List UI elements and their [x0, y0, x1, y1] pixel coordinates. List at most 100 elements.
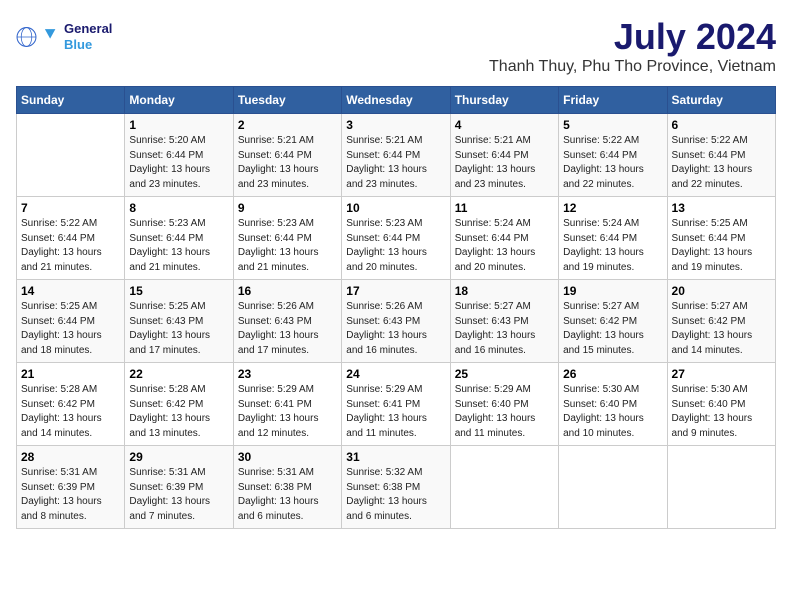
- calendar-cell: 21 Sunrise: 5:28 AM Sunset: 6:42 PM Dayli…: [17, 363, 125, 446]
- calendar-title: July 2024: [489, 16, 776, 58]
- calendar-cell: 1 Sunrise: 5:20 AM Sunset: 6:44 PM Daylig…: [125, 114, 233, 197]
- day-number: 1: [129, 118, 228, 132]
- day-detail: Sunrise: 5:21 AM Sunset: 6:44 PM Dayligh…: [238, 134, 337, 192]
- logo: GeneralBlue: [16, 16, 112, 58]
- day-detail: Sunrise: 5:25 AM Sunset: 6:43 PM Dayligh…: [129, 300, 228, 358]
- day-number: 3: [346, 118, 445, 132]
- col-header-tuesday: Tuesday: [233, 87, 341, 114]
- day-detail: Sunrise: 5:31 AM Sunset: 6:39 PM Dayligh…: [129, 466, 228, 524]
- day-detail: Sunrise: 5:29 AM Sunset: 6:40 PM Dayligh…: [455, 383, 554, 441]
- day-number: 14: [21, 284, 120, 298]
- day-detail: Sunrise: 5:31 AM Sunset: 6:38 PM Dayligh…: [238, 466, 337, 524]
- calendar-cell: 27 Sunrise: 5:30 AM Sunset: 6:40 PM Dayli…: [667, 363, 775, 446]
- calendar-cell: 20 Sunrise: 5:27 AM Sunset: 6:42 PM Dayli…: [667, 280, 775, 363]
- day-number: 30: [238, 450, 337, 464]
- day-detail: Sunrise: 5:23 AM Sunset: 6:44 PM Dayligh…: [129, 217, 228, 275]
- day-detail: Sunrise: 5:31 AM Sunset: 6:39 PM Dayligh…: [21, 466, 120, 524]
- day-number: 28: [21, 450, 120, 464]
- day-detail: Sunrise: 5:30 AM Sunset: 6:40 PM Dayligh…: [563, 383, 662, 441]
- day-detail: Sunrise: 5:25 AM Sunset: 6:44 PM Dayligh…: [672, 217, 771, 275]
- day-number: 11: [455, 201, 554, 215]
- day-detail: Sunrise: 5:28 AM Sunset: 6:42 PM Dayligh…: [21, 383, 120, 441]
- logo-svg: [16, 16, 58, 58]
- calendar-cell: [667, 446, 775, 529]
- day-number: 21: [21, 367, 120, 381]
- day-detail: Sunrise: 5:27 AM Sunset: 6:42 PM Dayligh…: [563, 300, 662, 358]
- day-detail: Sunrise: 5:20 AM Sunset: 6:44 PM Dayligh…: [129, 134, 228, 192]
- calendar-cell: 22Sunrise: 5:28 AM Sunset: 6:42 PM Dayli…: [125, 363, 233, 446]
- day-number: 31: [346, 450, 445, 464]
- calendar-cell: 5 Sunrise: 5:22 AM Sunset: 6:44 PM Daylig…: [559, 114, 667, 197]
- day-detail: Sunrise: 5:22 AM Sunset: 6:44 PM Dayligh…: [672, 134, 771, 192]
- day-number: 6: [672, 118, 771, 132]
- day-number: 7: [21, 201, 120, 215]
- day-number: 27: [672, 367, 771, 381]
- day-detail: Sunrise: 5:27 AM Sunset: 6:43 PM Dayligh…: [455, 300, 554, 358]
- calendar-cell: 26 Sunrise: 5:30 AM Sunset: 6:40 PM Dayli…: [559, 363, 667, 446]
- day-number: 25: [455, 367, 554, 381]
- day-number: 18: [455, 284, 554, 298]
- day-detail: Sunrise: 5:24 AM Sunset: 6:44 PM Dayligh…: [563, 217, 662, 275]
- day-number: 9: [238, 201, 337, 215]
- calendar-subtitle: Thanh Thuy, Phu Tho Province, Vietnam: [489, 58, 776, 76]
- calendar-cell: 11Sunrise: 5:24 AM Sunset: 6:44 PM Dayli…: [450, 197, 558, 280]
- day-number: 15: [129, 284, 228, 298]
- calendar-cell: 9 Sunrise: 5:23 AM Sunset: 6:44 PM Daylig…: [233, 197, 341, 280]
- day-number: 23: [238, 367, 337, 381]
- day-detail: Sunrise: 5:29 AM Sunset: 6:41 PM Dayligh…: [346, 383, 445, 441]
- day-detail: Sunrise: 5:30 AM Sunset: 6:40 PM Dayligh…: [672, 383, 771, 441]
- calendar-cell: [450, 446, 558, 529]
- calendar-cell: 16 Sunrise: 5:26 AM Sunset: 6:43 PM Dayli…: [233, 280, 341, 363]
- day-detail: Sunrise: 5:23 AM Sunset: 6:44 PM Dayligh…: [346, 217, 445, 275]
- day-number: 5: [563, 118, 662, 132]
- calendar-cell: 31Sunrise: 5:32 AM Sunset: 6:38 PM Dayli…: [342, 446, 450, 529]
- day-number: 19: [563, 284, 662, 298]
- calendar-cell: 4 Sunrise: 5:21 AM Sunset: 6:44 PM Daylig…: [450, 114, 558, 197]
- day-number: 4: [455, 118, 554, 132]
- day-number: 24: [346, 367, 445, 381]
- col-header-thursday: Thursday: [450, 87, 558, 114]
- day-detail: Sunrise: 5:26 AM Sunset: 6:43 PM Dayligh…: [238, 300, 337, 358]
- calendar-cell: 28 Sunrise: 5:31 AM Sunset: 6:39 PM Dayli…: [17, 446, 125, 529]
- day-number: 10: [346, 201, 445, 215]
- day-detail: Sunrise: 5:21 AM Sunset: 6:44 PM Dayligh…: [455, 134, 554, 192]
- col-header-saturday: Saturday: [667, 87, 775, 114]
- calendar-cell: 17Sunrise: 5:26 AM Sunset: 6:43 PM Dayli…: [342, 280, 450, 363]
- calendar-cell: 12 Sunrise: 5:24 AM Sunset: 6:44 PM Dayli…: [559, 197, 667, 280]
- day-number: 13: [672, 201, 771, 215]
- calendar-cell: 3Sunrise: 5:21 AM Sunset: 6:44 PM Daylig…: [342, 114, 450, 197]
- calendar-cell: 10 Sunrise: 5:23 AM Sunset: 6:44 PM Dayli…: [342, 197, 450, 280]
- day-detail: Sunrise: 5:22 AM Sunset: 6:44 PM Dayligh…: [563, 134, 662, 192]
- calendar-table: SundayMondayTuesdayWednesdayThursdayFrid…: [16, 86, 776, 529]
- calendar-cell: 2 Sunrise: 5:21 AM Sunset: 6:44 PM Daylig…: [233, 114, 341, 197]
- day-number: 20: [672, 284, 771, 298]
- logo-text-blue: Blue: [64, 37, 112, 53]
- calendar-cell: 19 Sunrise: 5:27 AM Sunset: 6:42 PM Dayli…: [559, 280, 667, 363]
- calendar-cell: 23 Sunrise: 5:29 AM Sunset: 6:41 PM Dayli…: [233, 363, 341, 446]
- day-number: 2: [238, 118, 337, 132]
- day-detail: Sunrise: 5:22 AM Sunset: 6:44 PM Dayligh…: [21, 217, 120, 275]
- day-detail: Sunrise: 5:25 AM Sunset: 6:44 PM Dayligh…: [21, 300, 120, 358]
- day-number: 8: [129, 201, 228, 215]
- calendar-cell: 18 Sunrise: 5:27 AM Sunset: 6:43 PM Dayli…: [450, 280, 558, 363]
- day-detail: Sunrise: 5:27 AM Sunset: 6:42 PM Dayligh…: [672, 300, 771, 358]
- day-detail: Sunrise: 5:29 AM Sunset: 6:41 PM Dayligh…: [238, 383, 337, 441]
- col-header-friday: Friday: [559, 87, 667, 114]
- day-number: 12: [563, 201, 662, 215]
- logo-text-general: General: [64, 21, 112, 37]
- calendar-cell: 13 Sunrise: 5:25 AM Sunset: 6:44 PM Dayli…: [667, 197, 775, 280]
- day-number: 29: [129, 450, 228, 464]
- day-number: 16: [238, 284, 337, 298]
- calendar-cell: 8 Sunrise: 5:23 AM Sunset: 6:44 PM Daylig…: [125, 197, 233, 280]
- calendar-cell: [17, 114, 125, 197]
- day-detail: Sunrise: 5:23 AM Sunset: 6:44 PM Dayligh…: [238, 217, 337, 275]
- calendar-cell: 29 Sunrise: 5:31 AM Sunset: 6:39 PM Dayli…: [125, 446, 233, 529]
- day-detail: Sunrise: 5:26 AM Sunset: 6:43 PM Dayligh…: [346, 300, 445, 358]
- page-header: GeneralBlue July 2024 Thanh Thuy, Phu Th…: [16, 16, 776, 76]
- calendar-cell: 6 Sunrise: 5:22 AM Sunset: 6:44 PM Daylig…: [667, 114, 775, 197]
- calendar-cell: 30 Sunrise: 5:31 AM Sunset: 6:38 PM Dayli…: [233, 446, 341, 529]
- day-number: 26: [563, 367, 662, 381]
- calendar-cell: [559, 446, 667, 529]
- week-row-3: 14 Sunrise: 5:25 AM Sunset: 6:44 PM Dayli…: [17, 280, 776, 363]
- calendar-cell: 24 Sunrise: 5:29 AM Sunset: 6:41 PM Dayli…: [342, 363, 450, 446]
